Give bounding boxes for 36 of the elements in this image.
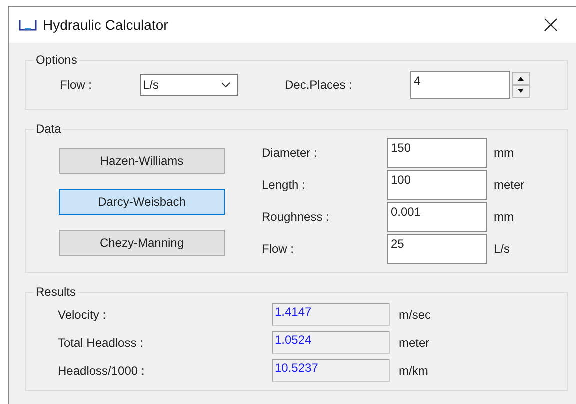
field-label: Roughness : bbox=[262, 210, 330, 224]
caret-icon bbox=[221, 82, 231, 88]
unit-label: meter bbox=[493, 178, 525, 192]
result-label: Velocity : bbox=[58, 308, 108, 322]
unit-label: mm bbox=[493, 210, 515, 224]
field-label: Length : bbox=[262, 178, 306, 192]
group-title: Options bbox=[35, 53, 78, 67]
close-icon[interactable] bbox=[544, 18, 558, 32]
field-label: Diameter : bbox=[262, 146, 318, 160]
unit-label: meter bbox=[398, 336, 431, 350]
result-label: Headloss/1000 : bbox=[58, 364, 146, 378]
result-field: 1.0524 bbox=[272, 331, 390, 354]
window-title: Hydraulic Calculator bbox=[43, 17, 168, 33]
unit-label: m/km bbox=[398, 364, 430, 378]
unit-label: L/s bbox=[493, 242, 512, 256]
result-field: 1.4147 bbox=[272, 303, 390, 326]
method-button[interactable]: Darcy-Weisbach bbox=[59, 189, 225, 215]
unit-label: mm bbox=[493, 146, 515, 160]
unit-label: m/sec bbox=[398, 308, 432, 322]
method-button[interactable]: Hazen-Williams bbox=[59, 148, 225, 174]
result-label: Total Headloss : bbox=[58, 336, 144, 350]
group-title: Results bbox=[35, 285, 78, 299]
input-field[interactable]: 0.001 bbox=[387, 202, 487, 232]
input-field[interactable]: 25 bbox=[387, 234, 487, 264]
input-field[interactable]: 100 bbox=[387, 170, 487, 200]
spinner-icon[interactable] bbox=[512, 72, 530, 98]
group-title: Data bbox=[35, 122, 62, 136]
result-field: 10.5237 bbox=[272, 359, 390, 382]
input-field[interactable]: 150 bbox=[387, 138, 487, 168]
method-button[interactable]: Chezy-Manning bbox=[59, 230, 225, 256]
flow-dropdown[interactable]: L/s bbox=[140, 74, 238, 96]
window-icon bbox=[19, 19, 37, 31]
field-label: Flow : bbox=[59, 78, 94, 92]
field-label: Flow : bbox=[262, 242, 296, 256]
field-label: Dec.Places : bbox=[284, 78, 354, 92]
decimal-places-field[interactable]: 4 bbox=[410, 71, 510, 99]
